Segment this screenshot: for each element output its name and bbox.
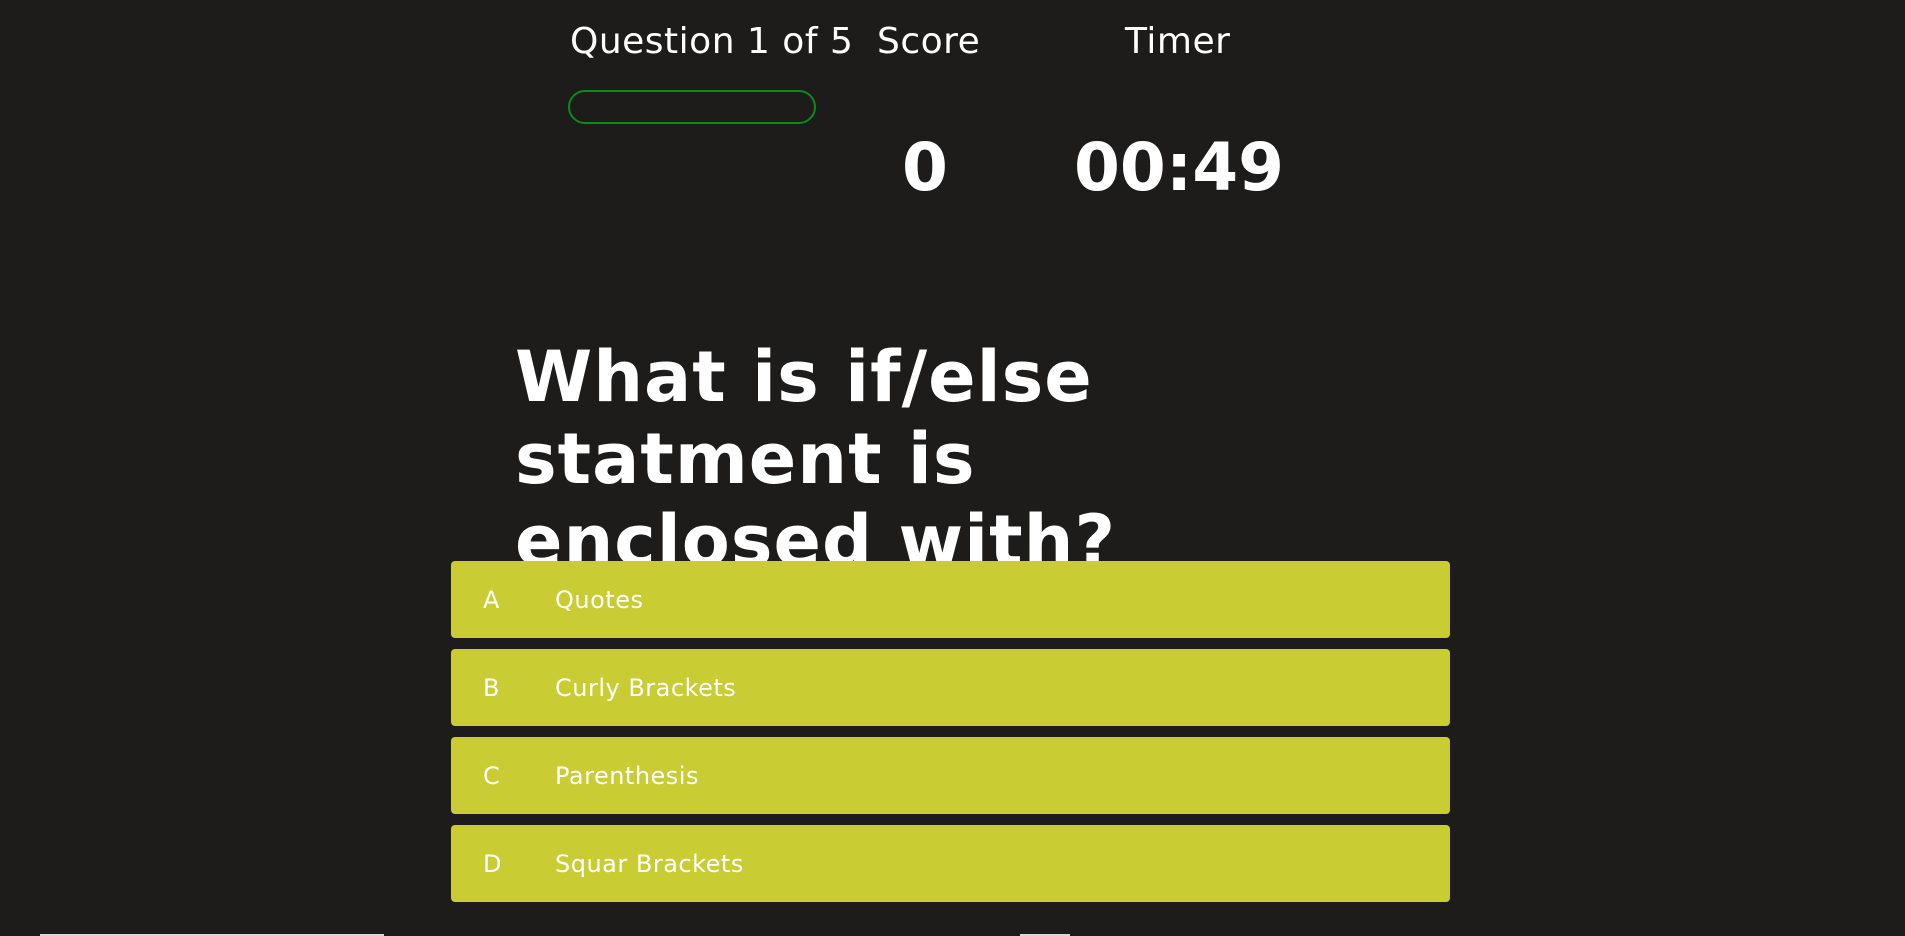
score-value: 0 — [902, 129, 948, 206]
answer-letter: A — [483, 585, 500, 614]
answer-option-a[interactable]: A Quotes — [451, 561, 1450, 638]
answer-option-d[interactable]: D Squar Brackets — [451, 825, 1450, 902]
answer-letter: C — [483, 761, 500, 790]
answer-text: Squar Brackets — [555, 849, 744, 878]
answer-option-b[interactable]: B Curly Brackets — [451, 649, 1450, 726]
answer-letter: B — [483, 673, 500, 702]
question-text: What is if/else statment is enclosed wit… — [515, 336, 1117, 582]
timer-label: Timer — [1125, 21, 1231, 62]
answer-letter: D — [483, 849, 502, 878]
answer-option-c[interactable]: C Parenthesis — [451, 737, 1450, 814]
answer-text: Parenthesis — [555, 761, 699, 790]
progress-bar — [568, 90, 816, 124]
answer-list: A Quotes B Curly Brackets C Parenthesis … — [451, 561, 1450, 913]
answer-text: Curly Brackets — [555, 673, 737, 702]
answer-text: Quotes — [555, 585, 644, 614]
quiz-page: Question 1 of 5 Score Timer 0 00:49 What… — [0, 0, 1905, 936]
question-counter: Question 1 of 5 — [570, 21, 854, 62]
timer-value: 00:49 — [1074, 129, 1285, 206]
score-label: Score — [877, 21, 981, 62]
